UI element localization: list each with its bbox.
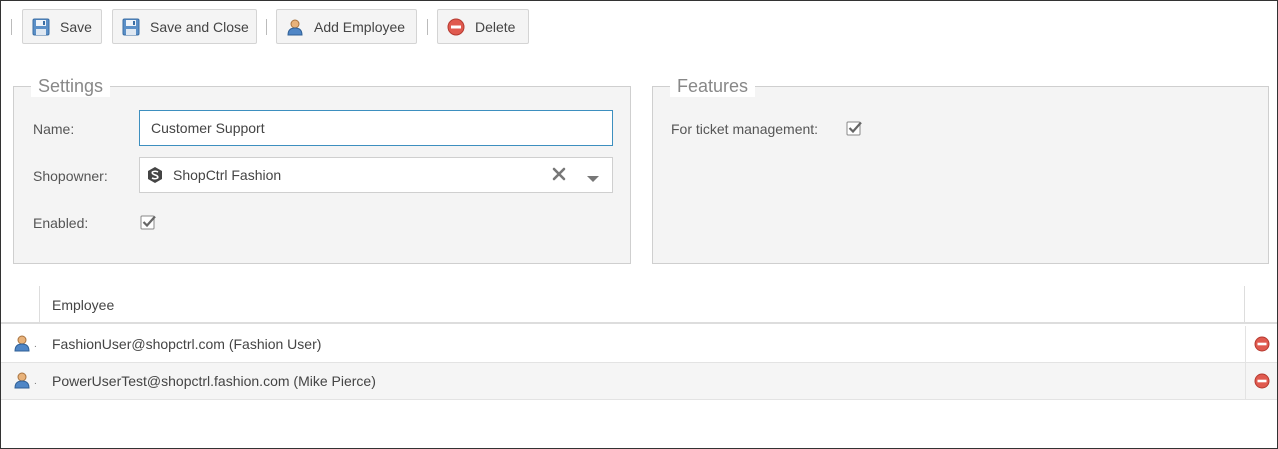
shopowner-label: Shopowner: [33,168,108,184]
floppy-disk-icon [122,18,140,36]
clear-x-icon[interactable] [552,167,566,181]
toolbar-separator [11,19,12,35]
floppy-disk-icon [32,18,50,36]
table-row[interactable]: . FashionUser@shopctrl.com (Fashion User… [1,326,1277,363]
name-input[interactable]: Customer Support [139,110,613,146]
add-employee-button[interactable]: Add Employee [276,9,417,44]
row-menu-handle[interactable]: . [34,339,37,350]
enabled-label: Enabled: [33,215,89,231]
minus-circle-icon [447,18,465,36]
settings-legend: Settings [31,75,111,97]
name-input-value: Customer Support [151,120,265,136]
employee-cell: PowerUserTest@shopctrl.fashion.com (Mike… [52,373,376,389]
table-row[interactable]: . PowerUserTest@shopctrl.fashion.com (Mi… [1,363,1277,400]
user-icon [13,371,33,391]
save-label: Save [60,18,92,35]
ticket-management-label: For ticket management: [671,121,819,137]
features-legend: Features [670,75,756,97]
user-icon [286,18,304,36]
user-icon [13,334,33,354]
shopowner-select[interactable]: ShopCtrl Fashion [139,157,613,193]
toolbar-separator [427,19,428,35]
delete-button[interactable]: Delete [437,9,529,44]
minus-circle-icon [1254,373,1270,389]
save-and-close-button[interactable]: Save and Close [112,9,257,44]
employee-column-header[interactable]: Employee [52,297,114,313]
row-menu-handle[interactable]: . [34,376,37,387]
column-divider [1244,286,1245,322]
shopctrl-logo-icon [146,166,164,184]
toolbar-separator [266,19,267,35]
save-button[interactable]: Save [22,9,102,44]
save-and-close-label: Save and Close [150,18,249,35]
toolbar: Save Save and Close Add Employee Delete [1,9,1277,45]
minus-circle-icon [1254,336,1270,352]
remove-employee-button[interactable] [1245,326,1277,362]
features-panel: Features For ticket management: [652,75,1269,264]
window: Save Save and Close Add Employee Delete … [0,0,1278,449]
column-divider [39,286,40,322]
employee-cell: FashionUser@shopctrl.com (Fashion User) [52,336,322,352]
name-label: Name: [33,121,75,137]
shopowner-value: ShopCtrl Fashion [173,167,282,183]
settings-panel: Settings Name: Customer Support Shopowne… [13,75,631,264]
employee-grid-header: Employee [1,286,1277,324]
delete-label: Delete [475,18,516,35]
ticket-management-checkbox[interactable] [846,119,864,137]
chevron-down-icon[interactable] [586,171,600,182]
enabled-checkbox[interactable] [140,213,158,231]
add-employee-label: Add Employee [314,18,406,35]
remove-employee-button[interactable] [1245,363,1277,399]
